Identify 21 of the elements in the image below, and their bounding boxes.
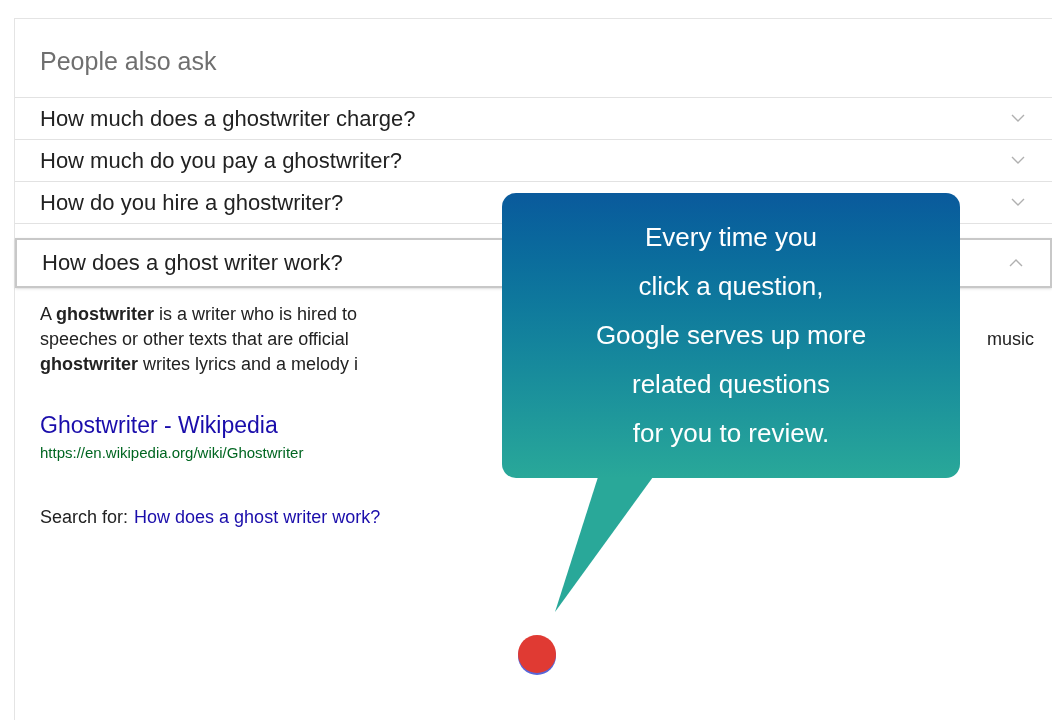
- source-url: https://en.wikipedia.org/wiki/Ghostwriter: [40, 442, 304, 463]
- question-text: How does a ghost writer work?: [42, 249, 343, 277]
- callout-text: Every time you click a question, Google serves up more related questions for you to review.: [595, 221, 867, 450]
- search-for-label: Search for:: [40, 505, 129, 529]
- answer-text: speeches or other texts that are official: [40, 327, 349, 351]
- section-title: People also ask: [15, 19, 1052, 98]
- answer-text: music: [987, 327, 1034, 351]
- chevron-down-icon: [1010, 197, 1026, 207]
- source-link[interactable]: Ghostwriter - Wikipedia: [40, 412, 278, 438]
- question-row[interactable]: How much does a ghostwriter charge?: [15, 97, 1052, 140]
- chevron-down-icon: [1010, 155, 1026, 165]
- chevron-down-icon: [1010, 113, 1026, 123]
- search-link[interactable]: How does a ghost writer work?: [134, 504, 381, 530]
- question-text: How much does a ghostwriter charge?: [40, 104, 416, 133]
- question-row[interactable]: How much do you pay a ghostwriter?: [15, 139, 1052, 182]
- answer-text: ghostwriter writes lyrics and a melody i: [40, 352, 359, 376]
- chevron-up-icon: [1008, 257, 1024, 268]
- marker-dot: [517, 635, 557, 675]
- answer-text: A ghostwriter is a writer who is hired to: [40, 302, 358, 326]
- question-text: How do you hire a ghostwriter?: [40, 188, 344, 217]
- question-text: How much do you pay a ghostwriter?: [40, 146, 402, 175]
